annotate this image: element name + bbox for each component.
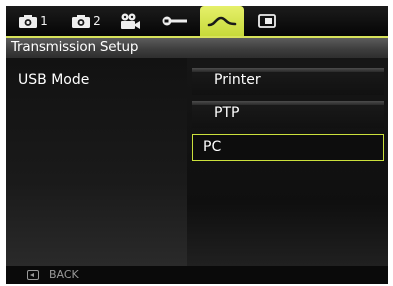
menu-title-bar: Transmission Setup xyxy=(6,36,388,58)
back-arrow-icon[interactable] xyxy=(27,270,39,280)
usb-mode-label[interactable]: USB Mode xyxy=(18,72,89,88)
tab-camera-2[interactable]: 2 xyxy=(66,6,106,36)
camera-menu-screen: 1 2 Transmission Setup USB Mode Printer … xyxy=(6,6,388,284)
tab-setup[interactable] xyxy=(158,6,192,36)
menu-footer: BACK xyxy=(6,266,388,284)
tab-movie[interactable] xyxy=(116,6,144,36)
option-pc[interactable]: PC xyxy=(192,134,384,161)
tab-playback[interactable] xyxy=(252,6,282,36)
tab-number: 2 xyxy=(93,14,101,28)
option-label: PTP xyxy=(214,105,240,121)
option-ptp[interactable]: PTP xyxy=(192,101,384,128)
playback-card-icon xyxy=(258,14,276,28)
settings-list: USB Mode xyxy=(6,58,187,266)
menu-tab-bar: 1 2 xyxy=(6,6,388,36)
tab-camera-1[interactable]: 1 xyxy=(14,6,52,36)
options-panel: Printer PTP PC xyxy=(187,58,388,266)
wrench-icon xyxy=(162,15,188,27)
connection-icon xyxy=(207,13,237,29)
option-divider xyxy=(192,101,384,105)
tab-number: 1 xyxy=(40,14,48,28)
tab-connection[interactable] xyxy=(200,6,244,36)
option-label: PC xyxy=(203,139,222,155)
option-printer[interactable]: Printer xyxy=(192,68,384,95)
menu-content: USB Mode Printer PTP PC xyxy=(6,58,388,266)
option-label: Printer xyxy=(214,72,261,88)
camera-icon xyxy=(18,14,38,29)
camera-icon xyxy=(71,14,91,29)
movie-camera-icon xyxy=(119,13,141,30)
page-title: Transmission Setup xyxy=(11,39,139,55)
back-label: BACK xyxy=(49,268,79,281)
option-divider xyxy=(192,68,384,72)
